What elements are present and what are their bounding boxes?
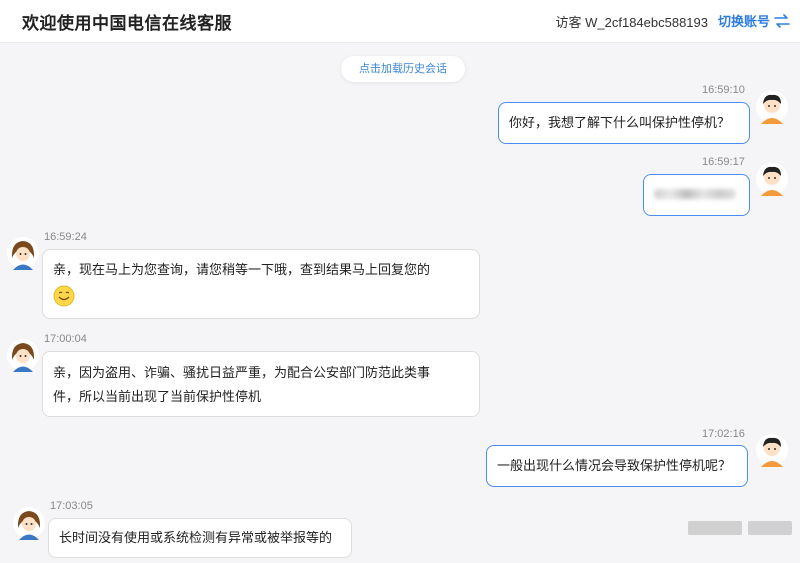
message-timestamp: 16:59:17 (702, 156, 745, 168)
user-message-bubble: 你好，我想了解下什么叫保护性停机？ (498, 102, 750, 144)
message-timestamp: 16:59:10 (702, 84, 745, 96)
agent-message-bubble: 亲，现在马上为您查询，请您稍等一下哦，查到结果马上回复您的 (42, 249, 480, 319)
user-avatar-icon (756, 163, 788, 196)
agent-avatar-icon (7, 339, 39, 372)
message-text-line: 亲，因为盗用、诈骗、骚扰日益严重，为配合公安部门防范此类事 (53, 365, 431, 380)
switch-account-label: 切换账号 (717, 14, 770, 29)
watermark-logo (688, 521, 792, 535)
watermark-mark (748, 521, 792, 535)
chat-header: 欢迎使用中国电信在线客服 访客 W_2cf184ebc588193 切换账号 (0, 0, 800, 43)
smile-emoji-icon (53, 285, 75, 307)
load-history-button[interactable]: 点击加载历史会话 (341, 56, 465, 82)
message-text: 你好，我想了解下什么叫保护性停机？ (509, 115, 731, 130)
user-avatar-icon (756, 434, 788, 467)
agent-message-bubble: 长时间没有使用或系统检测有异常或被举报等的 (48, 518, 352, 558)
message-text: 一般出现什么情况会导致保护性停机呢？ (497, 458, 732, 473)
message-timestamp: 16:59:24 (44, 231, 87, 243)
user-message-bubble: 一般出现什么情况会导致保护性停机呢？ (486, 445, 748, 487)
message-text: 亲，现在马上为您查询，请您稍等一下哦，查到结果马上回复您的 (53, 262, 431, 277)
agent-avatar-icon (13, 507, 45, 540)
swap-arrows-icon (774, 13, 790, 28)
redacted-text (654, 189, 736, 199)
agent-avatar-icon (7, 237, 39, 270)
watermark-mark (688, 521, 742, 535)
message-timestamp: 17:03:05 (50, 500, 93, 512)
visitor-id: 访客 W_2cf184ebc588193 (555, 15, 708, 30)
message-timestamp: 17:00:04 (44, 333, 87, 345)
message-timestamp: 17:02:16 (702, 428, 745, 440)
user-message-bubble (643, 174, 750, 216)
user-avatar-icon (756, 91, 788, 124)
message-text-line: 件，所以当前出现了当前保护性停机 (53, 389, 262, 404)
switch-account-button[interactable]: 切换账号 (718, 11, 790, 30)
agent-message-bubble: 亲，因为盗用、诈骗、骚扰日益严重，为配合公安部门防范此类事 件，所以当前出现了当… (42, 351, 480, 417)
message-text: 长时间没有使用或系统检测有异常或被举报等的 (59, 530, 333, 545)
page-title: 欢迎使用中国电信在线客服 (22, 14, 232, 33)
